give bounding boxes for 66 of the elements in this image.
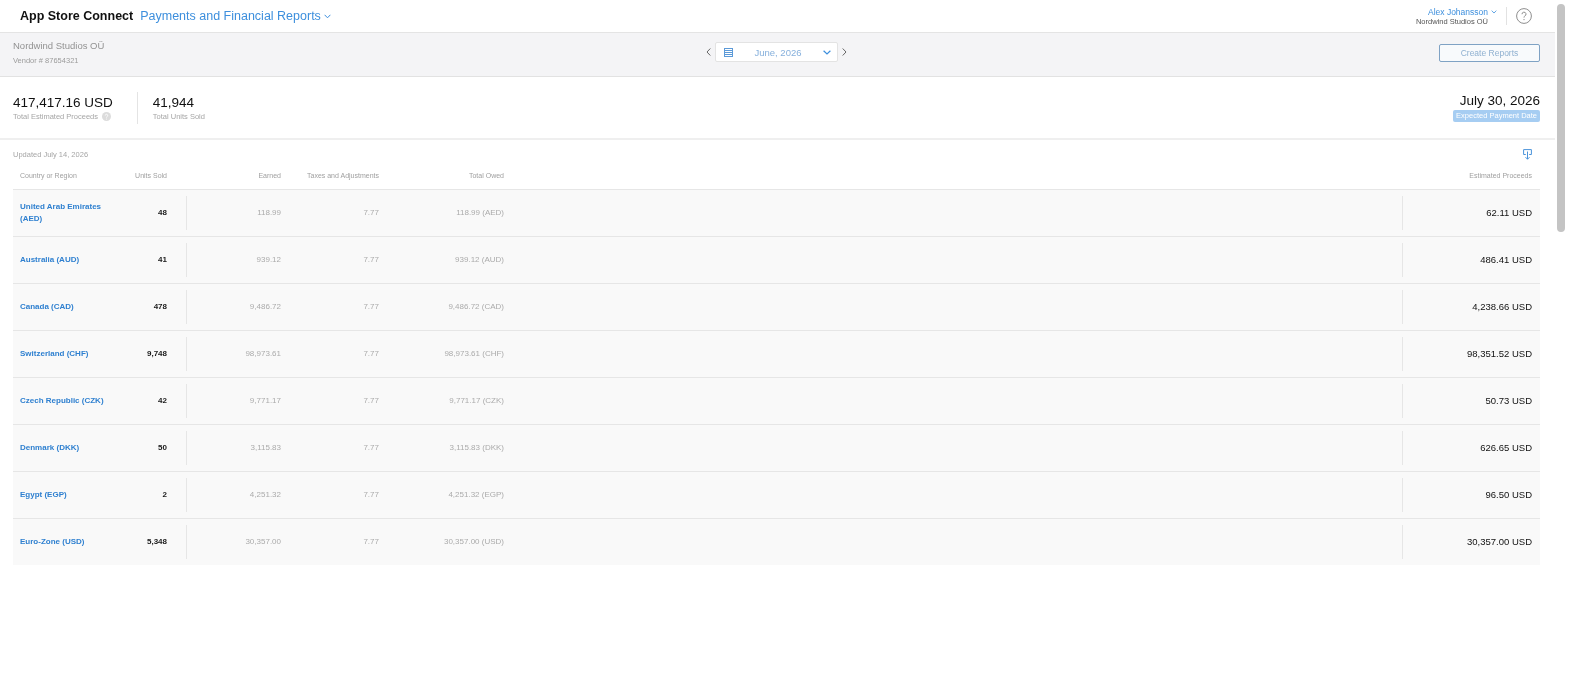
table-cell-text: 2 <box>161 490 168 500</box>
chevron-down-icon <box>1491 9 1497 14</box>
table-cell-text: 626.65 USD <box>1479 442 1533 454</box>
table-cell-text: 30,357.00 <box>244 537 282 547</box>
country-link[interactable]: United Arab Emirates (AED) <box>20 201 120 225</box>
table-cell-text: 7.77 <box>362 302 380 312</box>
table-cell-text: 478 <box>152 302 168 312</box>
table-cell-text: 118.99 (AED) <box>455 208 505 218</box>
table-cell-text: 9,486.72 <box>248 302 282 312</box>
chevron-down-icon <box>323 13 331 19</box>
table-cell-text: 42 <box>157 396 168 406</box>
table-cell-text: 486.41 USD <box>1479 254 1533 266</box>
country-link[interactable]: Australia (AUD) <box>20 254 120 266</box>
table-cell-text: 3,115.83 <box>249 443 282 453</box>
table-cell-text: 98,973.61 <box>244 349 282 359</box>
table-cell-text: 48 <box>157 208 168 218</box>
table-cell-text: 9,771.17 <box>248 396 282 406</box>
table-cell-text: 7.77 <box>362 349 380 359</box>
country-link[interactable]: Czech Republic (CZK) <box>20 395 120 407</box>
table-cell-text: 118.99 <box>256 208 282 218</box>
table-cell-text: 96.50 USD <box>1484 489 1533 501</box>
table-cell-text: 41 <box>157 255 168 265</box>
table-cell-text: 9,771.17 (CZK) <box>448 396 505 406</box>
metric-value: 417,417.16 USD <box>13 94 113 111</box>
country-link[interactable]: Switzerland (CHF) <box>20 348 120 360</box>
table-cell-text: 939.12 (AUD) <box>454 255 505 265</box>
table-cell-text: 98,973.61 (CHF) <box>443 349 505 359</box>
table-cell-text: 7.77 <box>362 396 380 406</box>
download-icon[interactable] <box>1523 149 1532 160</box>
table-cell-text: 50 <box>157 443 168 453</box>
table-cell-text: 3,115.83 (DKK) <box>448 443 505 453</box>
section-menu[interactable]: Payments and Financial Reports <box>140 8 331 24</box>
table-cell-text: 4,238.66 USD <box>1471 301 1533 313</box>
chevron-right-icon[interactable] <box>842 48 847 56</box>
table-cell-text: 62.11 USD <box>1485 207 1533 219</box>
payment-date: July 30, 2026 <box>1459 93 1540 109</box>
table-cell-text: 4,251.32 <box>248 490 282 500</box>
user-menu[interactable]: Alex Johansson <box>1428 6 1497 17</box>
help-icon[interactable] <box>1516 8 1532 24</box>
table-cell-text: 939.12 <box>255 255 282 265</box>
table-cell-text: 7.77 <box>362 208 380 218</box>
table-cell-text: 30,357.00 USD <box>1466 536 1533 548</box>
country-link[interactable]: Denmark (DKK) <box>20 442 120 454</box>
company-name: Nordwind Studios OÜ <box>13 40 105 52</box>
country-link[interactable]: Euro-Zone (USD) <box>20 536 120 548</box>
create-reports-button[interactable]: Create Reports <box>1439 44 1540 62</box>
table-cell-text: 9,748 <box>145 349 168 359</box>
chevron-left-icon[interactable] <box>706 48 711 56</box>
table-cell-text: 4,251.32 (EGP) <box>447 490 505 500</box>
table-cell-text: 7.77 <box>362 537 380 547</box>
metric-value: 41,944 <box>152 94 196 111</box>
table-cell-text: 50.73 USD <box>1484 395 1533 407</box>
app-title: App Store Connect <box>20 8 134 24</box>
scrollbar[interactable] <box>1557 4 1565 232</box>
table-cell-text: 7.77 <box>362 490 380 500</box>
calendar-icon <box>724 47 733 57</box>
table-cell-text: 98,351.52 USD <box>1466 348 1533 360</box>
table-cell-text: 7.77 <box>362 443 380 453</box>
table-cell-text: 5,348 <box>145 537 168 547</box>
period-picker[interactable]: June, 2026 <box>715 42 838 62</box>
table-cell-text: 9,486.72 (CAD) <box>447 302 505 312</box>
country-link[interactable]: Egypt (EGP) <box>20 489 120 501</box>
country-link[interactable]: Canada (CAD) <box>20 301 120 313</box>
chevron-down-icon <box>823 49 831 55</box>
table-cell-text: 7.77 <box>362 255 380 265</box>
table-cell-text: 30,357.00 (USD) <box>442 537 505 547</box>
